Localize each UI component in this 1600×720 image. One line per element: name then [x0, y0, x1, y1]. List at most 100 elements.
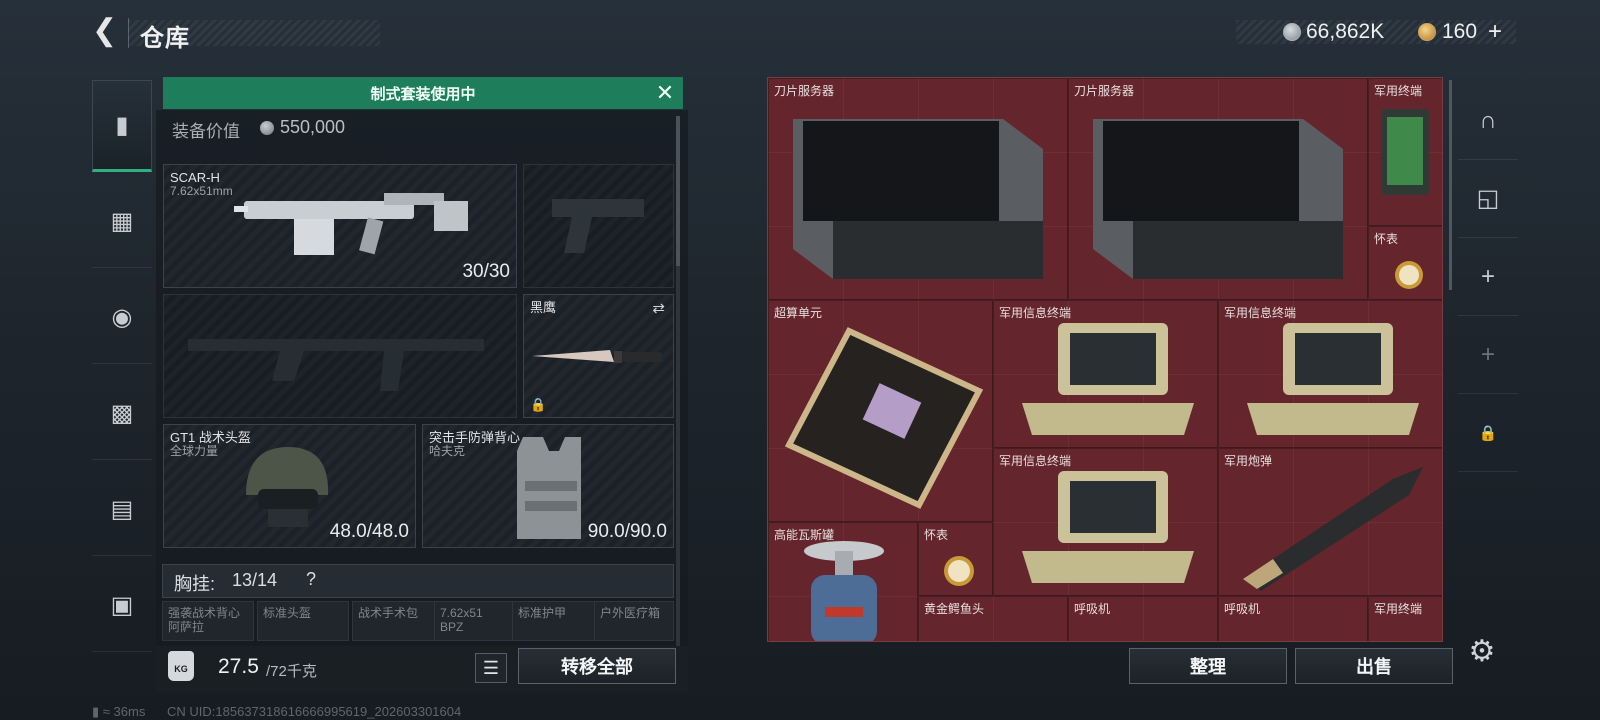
- value-label: 装备价值: [172, 122, 240, 141]
- currency-amount: 66,862K: [1306, 20, 1385, 43]
- rail-briefcase[interactable]: ▣: [92, 560, 152, 652]
- storage-item[interactable]: 军用炮弹: [1218, 448, 1442, 596]
- arch-icon: ∩: [1479, 106, 1497, 134]
- help-button[interactable]: ?: [306, 569, 316, 590]
- chest-mini-slot[interactable]: 战术手术包: [352, 601, 444, 641]
- rifle-silhouette: [188, 339, 484, 391]
- weight-current: 27.5: [218, 655, 259, 678]
- close-icon[interactable]: ✕: [652, 80, 678, 106]
- chest-mini-slot[interactable]: 户外医疗箱: [594, 601, 674, 641]
- rail-weapon[interactable]: ▮: [92, 80, 152, 172]
- melee-slot[interactable]: 黑鹰 ⇄ 🔒: [523, 294, 674, 418]
- rail-backpack[interactable]: ▩: [92, 368, 152, 460]
- swap-icon[interactable]: ⇄: [652, 299, 665, 317]
- storage-item[interactable]: 军用终端: [1368, 596, 1442, 641]
- storage-scrollbar[interactable]: [1449, 80, 1452, 290]
- shell-image: [1243, 467, 1423, 591]
- list-view-button[interactable]: ☰: [475, 653, 507, 683]
- category-rail: ▮ ▦ ◉ ▩ ▤ ▣: [92, 72, 152, 672]
- secondary-weapon-slot[interactable]: [163, 294, 517, 418]
- helmet-image: [246, 447, 329, 527]
- preset-banner: 制式套装使用中: [163, 77, 683, 109]
- helmet-maker: 全球力量: [170, 444, 219, 458]
- weapon-name: SCAR-H: [170, 170, 220, 185]
- sort-button[interactable]: 整理: [1129, 648, 1287, 684]
- storage-item[interactable]: 怀表: [1368, 226, 1442, 300]
- chest-count: 13/14: [232, 570, 278, 590]
- storage-item[interactable]: 刀片服务器: [768, 78, 1068, 300]
- plus-icon: +: [1480, 340, 1495, 368]
- sort-label: 整理: [1190, 657, 1226, 677]
- pocket-watch-image: [1395, 261, 1423, 289]
- item-label: 呼吸机: [1074, 602, 1111, 616]
- item-label: 刀片服务器: [774, 84, 835, 98]
- sell-button[interactable]: 出售: [1295, 648, 1453, 684]
- add-tab-button[interactable]: +: [1458, 238, 1518, 316]
- storage-item[interactable]: 怀表: [918, 522, 993, 596]
- briefcase-icon: ▣: [110, 592, 134, 619]
- rifle-image: [234, 193, 468, 255]
- ticket-icon: [1418, 23, 1436, 41]
- value-amount: 550,000: [280, 117, 346, 137]
- gas-canister-image: [804, 541, 884, 641]
- chest-mini-slot[interactable]: 标准护甲: [512, 601, 604, 641]
- helmet-icon: ◉: [111, 304, 133, 331]
- storage-item[interactable]: 高能瓦斯罐: [768, 522, 918, 641]
- coin-icon: [1283, 23, 1301, 41]
- chest-mini-slot[interactable]: 强袭战术背心 阿萨拉: [162, 601, 254, 641]
- pistol-slot[interactable]: [523, 164, 674, 288]
- storage-item[interactable]: 呼吸机: [1218, 596, 1368, 641]
- add-currency-button[interactable]: +: [1488, 18, 1502, 46]
- info-terminal-image: [1022, 323, 1194, 435]
- storage-item[interactable]: 军用信息终端: [993, 448, 1218, 596]
- rail-helmet[interactable]: ◉: [92, 272, 152, 364]
- item-label: 刀片服务器: [1074, 84, 1135, 98]
- storage-item[interactable]: 军用终端: [1368, 78, 1442, 226]
- transfer-all-label: 转移全部: [561, 657, 633, 677]
- pistol-silhouette: [552, 199, 644, 253]
- storage-item[interactable]: 超算单元: [768, 300, 993, 522]
- armor-maker: 哈夫克: [429, 444, 466, 458]
- ticket-amount: 160: [1442, 20, 1478, 43]
- armor-slot[interactable]: 突击手防弹背心 哈夫克 90.0/90.0: [422, 424, 674, 548]
- knife-image: [532, 350, 662, 363]
- pistol-icon: ▮: [115, 111, 129, 139]
- storage-item[interactable]: 军用信息终端: [1218, 300, 1442, 448]
- item-label: 呼吸机: [1224, 602, 1261, 616]
- storage-item[interactable]: 军用信息终端: [993, 300, 1218, 448]
- primary-weapon-slot[interactable]: SCAR-H 7.62x51mm 30/30: [163, 164, 517, 288]
- helmet-slot[interactable]: GT1 战术头盔 全球力量 48.0/48.0: [163, 424, 416, 548]
- info-terminal-image: [1247, 323, 1419, 435]
- uid-text: CN UID:1856373186166669956​19_2026033016…: [167, 704, 462, 719]
- scrollbar-thumb[interactable]: [676, 116, 680, 266]
- rail-container[interactable]: ▤: [92, 464, 152, 556]
- storage-tab-collection[interactable]: ◱: [1458, 160, 1518, 238]
- item-label: 军用终端: [1374, 84, 1423, 98]
- storage-item[interactable]: 黄金鳄鱼头: [918, 596, 1068, 641]
- back-icon[interactable]: ❮: [92, 16, 122, 47]
- storage-tab-safehouse[interactable]: ∩: [1458, 82, 1518, 160]
- sell-label: 出售: [1356, 657, 1392, 677]
- armor-durability: 90.0/90.0: [587, 521, 667, 542]
- ticket-icon: ◱: [1476, 185, 1500, 212]
- lock-icon: 🔒: [530, 397, 547, 412]
- storage-item[interactable]: 刀片服务器: [1068, 78, 1368, 300]
- weight-max: /72千克: [266, 663, 317, 680]
- item-label: 军用终端: [1374, 602, 1423, 616]
- add-tab-button[interactable]: +: [1458, 316, 1518, 394]
- page-title: 仓库: [140, 25, 190, 52]
- supercomputing-unit-image: [784, 327, 984, 509]
- gear-icon[interactable]: ⚙: [1466, 636, 1498, 668]
- storage-item[interactable]: 呼吸机: [1068, 596, 1218, 641]
- terminal-image: [1381, 109, 1429, 195]
- weapon-caliber: 7.62x51mm: [170, 184, 233, 198]
- storage-grid[interactable]: 刀片服务器 刀片服务器 军用终端 怀表 超算单元 军用信息终端 军用信息终端 军…: [767, 77, 1443, 642]
- coin-icon: [260, 121, 274, 135]
- helmet-durability: 48.0/48.0: [329, 521, 409, 542]
- blade-server-image: [1093, 119, 1343, 279]
- locked-tab[interactable]: 🔒: [1458, 394, 1518, 472]
- transfer-all-button[interactable]: 转移全部: [518, 648, 676, 684]
- pocket-watch-image: [944, 556, 974, 586]
- rail-armor[interactable]: ▦: [92, 176, 152, 268]
- chest-mini-slot[interactable]: 标准头盔: [257, 601, 349, 641]
